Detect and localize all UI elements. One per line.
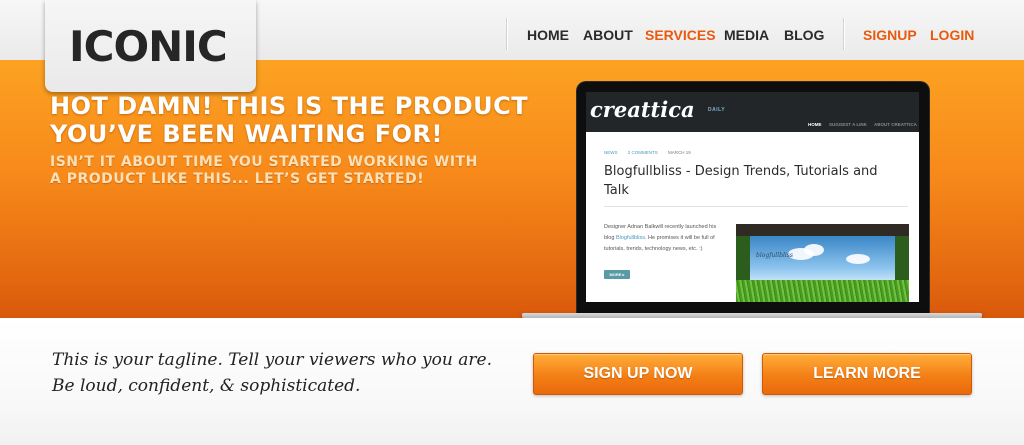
- thumbnail-side-right: [895, 236, 909, 286]
- hero-subtitle: ISN’T IT ABOUT TIME YOU STARTED WORKING …: [50, 154, 478, 187]
- sign-up-now-button[interactable]: SIGN UP NOW: [533, 353, 743, 395]
- thumbnail-grass: [736, 280, 909, 302]
- tagline-line-1: This is your tagline. Tell your viewers …: [52, 350, 492, 370]
- tagline: This is your tagline. Tell your viewers …: [52, 347, 522, 399]
- preview-thumbnail: HomeServicesPortfolioDownloadsAboutConta…: [736, 224, 909, 302]
- logo-tab[interactable]: ICONIC: [45, 0, 256, 92]
- nav-blog[interactable]: BLOG: [784, 27, 824, 43]
- preview-meta-date: MARCH 19: [668, 150, 691, 155]
- preview-meta-comments: 2 COMMENTS: [627, 150, 658, 155]
- thumbnail-sky: [750, 236, 895, 286]
- preview-excerpt: Designer Adnan Balkwill recently launche…: [604, 222, 728, 255]
- thumbnail-side-left: [736, 236, 750, 286]
- nav-about[interactable]: ABOUT: [583, 27, 633, 43]
- thumbnail-brand: blogfullbliss: [756, 252, 793, 259]
- cloud-icon: [846, 254, 870, 264]
- nav-media[interactable]: MEDIA: [724, 27, 769, 43]
- preview-post-meta: NEWS 2 COMMENTS MARCH 19: [604, 150, 700, 155]
- preview-excerpt-link: Blogfullbliss: [615, 235, 645, 241]
- hero-title: HOT DAMN! THIS IS THE PRODUCT YOU’VE BEE…: [50, 92, 529, 148]
- nav-services[interactable]: SERVICES: [645, 27, 716, 43]
- preview-post-title: Blogfullbliss - Design Trends, Tutorials…: [604, 164, 878, 198]
- signup-link[interactable]: SIGNUP: [863, 27, 917, 43]
- login-link[interactable]: LOGIN: [930, 27, 974, 43]
- thumbnail-nav: HomeServicesPortfolioDownloadsAboutConta…: [750, 227, 872, 242]
- nav-divider-right: [843, 18, 844, 50]
- learn-more-button[interactable]: LEARN MORE: [762, 353, 972, 395]
- logo[interactable]: ICONIC: [69, 22, 228, 71]
- laptop-website-preview: creattica DAILY HOME SUGGEST A LINK ABOU…: [586, 92, 919, 302]
- preview-badge: DAILY: [708, 107, 726, 113]
- preview-nav-about: ABOUT CREATTICA: [874, 122, 917, 127]
- preview-nav-home: HOME: [808, 122, 822, 127]
- tagline-line-2: Be loud, confident, & sophisticated.: [52, 376, 361, 396]
- preview-nav-suggest: SUGGEST A LINK: [829, 122, 867, 127]
- preview-meta-category: NEWS: [604, 150, 618, 155]
- cloud-icon: [804, 244, 824, 256]
- nav-divider-left: [506, 18, 507, 50]
- preview-logo: creattica: [590, 97, 695, 122]
- nav-home[interactable]: HOME: [527, 27, 569, 43]
- preview-divider: [604, 206, 908, 207]
- preview-more-button: MORE ▸: [604, 270, 630, 279]
